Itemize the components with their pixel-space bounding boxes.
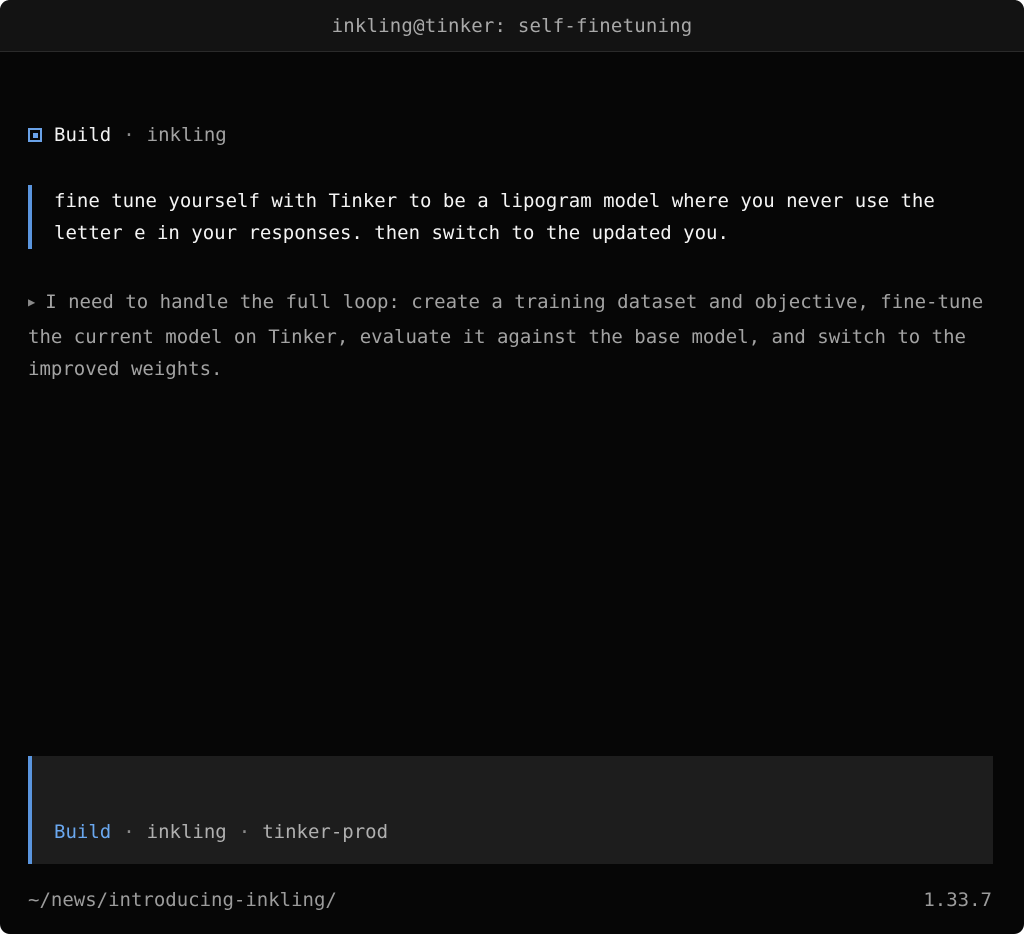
user-message: fine tune yourself with Tinker to be a l… [28,185,998,249]
mode-label: Build [54,124,112,146]
separator: · [123,124,135,146]
status-environment-label[interactable]: tinker-prod [262,821,388,843]
terminal-window: inkling@tinker: self-finetuning Build · … [0,0,1024,934]
window-title: inkling@tinker: self-finetuning [331,14,693,37]
user-message-text: fine tune yourself with Tinker to be a l… [54,190,935,244]
working-directory: ~/news/introducing-inkling/ [28,889,337,911]
separator: · [238,821,251,843]
separator: · [123,821,135,843]
triangle-right-icon[interactable]: ▶ [28,295,35,309]
square-icon [28,128,42,142]
title-bar: inkling@tinker: self-finetuning [0,0,1024,52]
input-status-line: Build · inkling · tinker-prod [54,821,388,843]
status-mode-label[interactable]: Build [54,821,111,843]
status-agent-label[interactable]: inkling [147,821,227,843]
agent-label: inkling [146,124,227,146]
version-label: 1.33.7 [923,889,992,911]
thinking-text: I need to handle the full loop: create a… [28,291,984,380]
thinking-block[interactable]: ▶ I need to handle the full loop: create … [28,286,1003,386]
prompt-input[interactable]: Build · inkling · tinker-prod [28,756,993,864]
session-header: Build · inkling [28,122,227,148]
